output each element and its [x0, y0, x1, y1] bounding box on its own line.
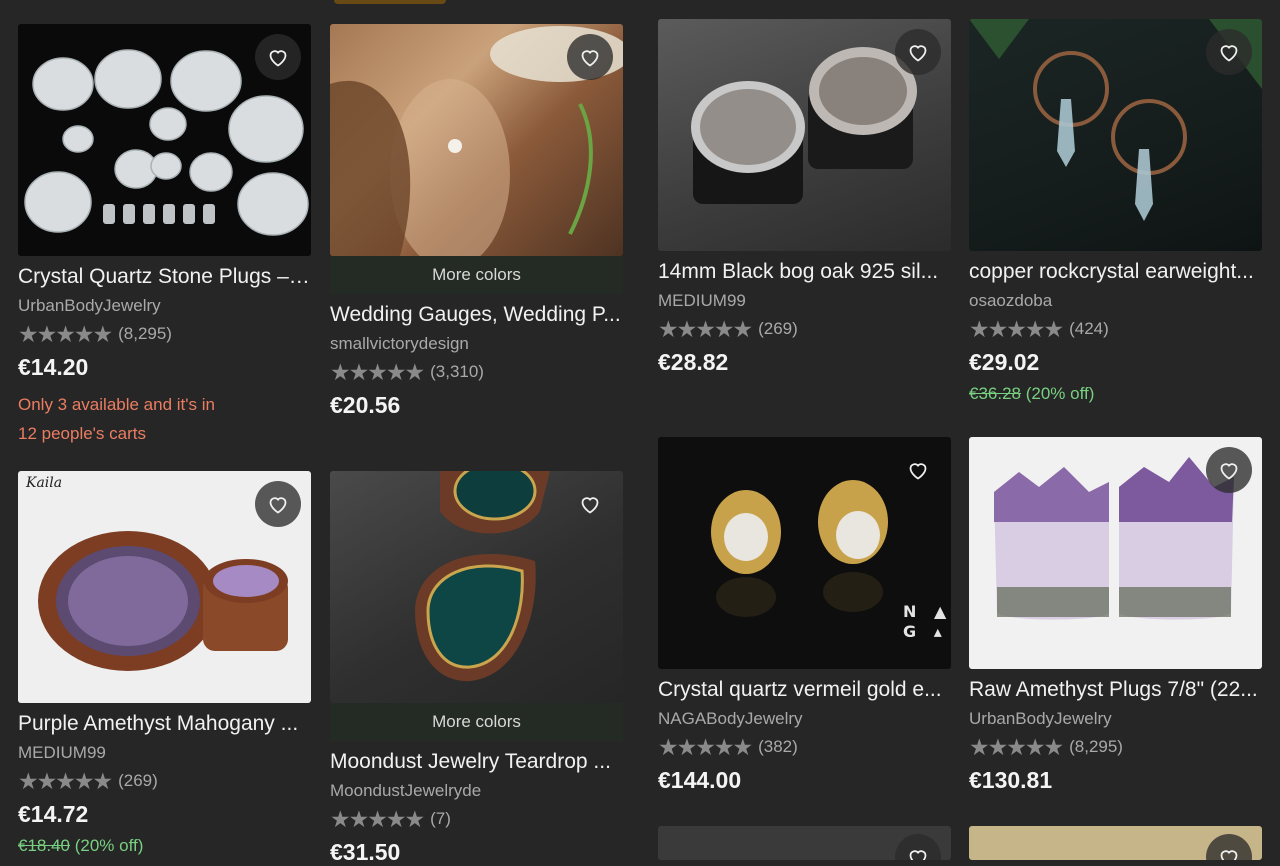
- star-icon: ★★★★★: [18, 768, 113, 794]
- product-title[interactable]: Crystal Quartz Stone Plugs – ...: [18, 264, 311, 289]
- rating: ★★★★★ (382): [658, 734, 951, 760]
- product-card-partial[interactable]: [658, 826, 951, 860]
- review-count: (269): [758, 319, 798, 338]
- original-price: €36.28: [969, 384, 1021, 403]
- original-price: €18.40: [18, 836, 70, 855]
- star-icon: ★★★★★: [330, 806, 425, 832]
- rating: ★★★★★ (3,310): [330, 359, 623, 385]
- rating: ★★★★★ (7): [330, 806, 623, 832]
- shop-name: MoondustJewelryde: [330, 781, 482, 800]
- product-card-bog-oak-plugs[interactable]: 14mm Black bog oak 925 sil... MEDIUM99 ★…: [658, 19, 951, 376]
- rating: ★★★★★ (269): [18, 768, 311, 794]
- favorite-heart-icon[interactable]: [1206, 29, 1252, 75]
- price: €28.82: [658, 349, 729, 375]
- product-card-partial[interactable]: [969, 826, 1262, 860]
- star-icon: ★★★★★: [658, 316, 753, 342]
- favorite-heart-icon[interactable]: [567, 481, 613, 527]
- brand-logo-text: N ▲: [903, 602, 951, 621]
- price: €14.20: [18, 354, 89, 380]
- discount-percent: (20% off): [74, 836, 144, 855]
- price: €31.50: [330, 839, 401, 865]
- review-count: (8,295): [118, 324, 172, 343]
- product-image[interactable]: [658, 826, 951, 860]
- star-icon: ★★★★★: [658, 734, 753, 760]
- price: €144.00: [658, 767, 742, 793]
- product-title[interactable]: Purple Amethyst Mahogany ...: [18, 711, 311, 736]
- product-image[interactable]: Kaila: [18, 471, 311, 703]
- review-count: (7): [430, 809, 451, 828]
- price: €29.02: [969, 349, 1040, 375]
- price: €14.72: [18, 801, 89, 827]
- product-title[interactable]: Wedding Gauges, Wedding P...: [330, 302, 623, 327]
- product-card-wedding-gauges[interactable]: More colors Wedding Gauges, Wedding P...…: [330, 24, 623, 419]
- rating: ★★★★★ (269): [658, 316, 951, 342]
- discount-percent: (20% off): [1025, 384, 1095, 403]
- shop-name: osaozdoba: [969, 291, 1053, 310]
- star-icon: ★★★★★: [18, 321, 113, 347]
- shop-name: UrbanBodyJewelry: [969, 709, 1112, 728]
- favorite-heart-icon[interactable]: [1206, 447, 1252, 493]
- shop-name: NAGABodyJewelry: [658, 709, 803, 728]
- product-title[interactable]: 14mm Black bog oak 925 sil...: [658, 259, 951, 284]
- product-card-moondust-teardrop[interactable]: More colors Moondust Jewelry Teardrop ..…: [330, 471, 623, 866]
- more-colors-label[interactable]: More colors: [330, 703, 623, 741]
- price: €130.81: [969, 767, 1053, 793]
- scarcity-line: 12 people's carts: [18, 424, 146, 443]
- product-image[interactable]: [969, 826, 1262, 860]
- product-image[interactable]: N ▲ G ▴: [658, 437, 951, 669]
- product-card-crystal-vermeil-gold[interactable]: N ▲ G ▴ Crystal quartz vermeil gold e...…: [658, 437, 951, 794]
- more-colors-label[interactable]: More colors: [330, 256, 623, 294]
- review-count: (269): [118, 771, 158, 790]
- review-count: (8,295): [1069, 737, 1123, 756]
- product-image[interactable]: [969, 437, 1262, 669]
- scroll-tab-indicator: [334, 0, 446, 4]
- rating: ★★★★★ (8,295): [18, 321, 311, 347]
- star-icon: ★★★★★: [330, 359, 425, 385]
- product-card-raw-amethyst-plugs[interactable]: Raw Amethyst Plugs 7/8" (22... UrbanBody…: [969, 437, 1262, 794]
- product-card-crystal-quartz-plugs[interactable]: Crystal Quartz Stone Plugs – ... UrbanBo…: [18, 24, 311, 448]
- favorite-heart-icon[interactable]: [895, 834, 941, 860]
- star-icon: ★★★★★: [969, 316, 1064, 342]
- favorite-heart-icon[interactable]: [255, 481, 301, 527]
- price: €20.56: [330, 392, 401, 418]
- product-title[interactable]: Moondust Jewelry Teardrop ...: [330, 749, 623, 774]
- product-title[interactable]: Raw Amethyst Plugs 7/8" (22...: [969, 677, 1262, 702]
- rating: ★★★★★ (424): [969, 316, 1262, 342]
- product-card-purple-amethyst-mahogany[interactable]: Kaila Purple Amethyst Mahogany ... MEDIU…: [18, 471, 311, 856]
- shop-name: MEDIUM99: [658, 291, 746, 310]
- product-title[interactable]: Crystal quartz vermeil gold e...: [658, 677, 951, 702]
- scarcity-line: Only 3 available and it's in: [18, 395, 215, 414]
- rating: ★★★★★ (8,295): [969, 734, 1262, 760]
- review-count: (424): [1069, 319, 1109, 338]
- star-icon: ★★★★★: [969, 734, 1064, 760]
- review-count: (3,310): [430, 362, 484, 381]
- favorite-heart-icon[interactable]: [895, 29, 941, 75]
- product-image[interactable]: [658, 19, 951, 251]
- shop-name: smallvictorydesign: [330, 334, 469, 353]
- review-count: (382): [758, 737, 798, 756]
- scarcity-notice: Only 3 available and it's in 12 people's…: [18, 390, 311, 448]
- favorite-heart-icon[interactable]: [895, 447, 941, 493]
- product-title[interactable]: copper rockcrystal earweight...: [969, 259, 1262, 284]
- brand-mark: Kaila: [25, 475, 62, 491]
- product-image[interactable]: [18, 24, 311, 256]
- product-card-copper-rockcrystal[interactable]: copper rockcrystal earweight... osaozdob…: [969, 19, 1262, 404]
- product-image[interactable]: [969, 19, 1262, 251]
- discount-line: €18.40 (20% off): [18, 836, 311, 856]
- favorite-heart-icon[interactable]: [1206, 834, 1252, 860]
- product-image[interactable]: [330, 471, 623, 703]
- svg-text:G ▴: G ▴: [903, 622, 948, 641]
- product-image[interactable]: [330, 24, 623, 256]
- shop-name: UrbanBodyJewelry: [18, 296, 161, 315]
- favorite-heart-icon[interactable]: [567, 34, 613, 80]
- shop-name: MEDIUM99: [18, 743, 106, 762]
- favorite-heart-icon[interactable]: [255, 34, 301, 80]
- discount-line: €36.28 (20% off): [969, 384, 1262, 404]
